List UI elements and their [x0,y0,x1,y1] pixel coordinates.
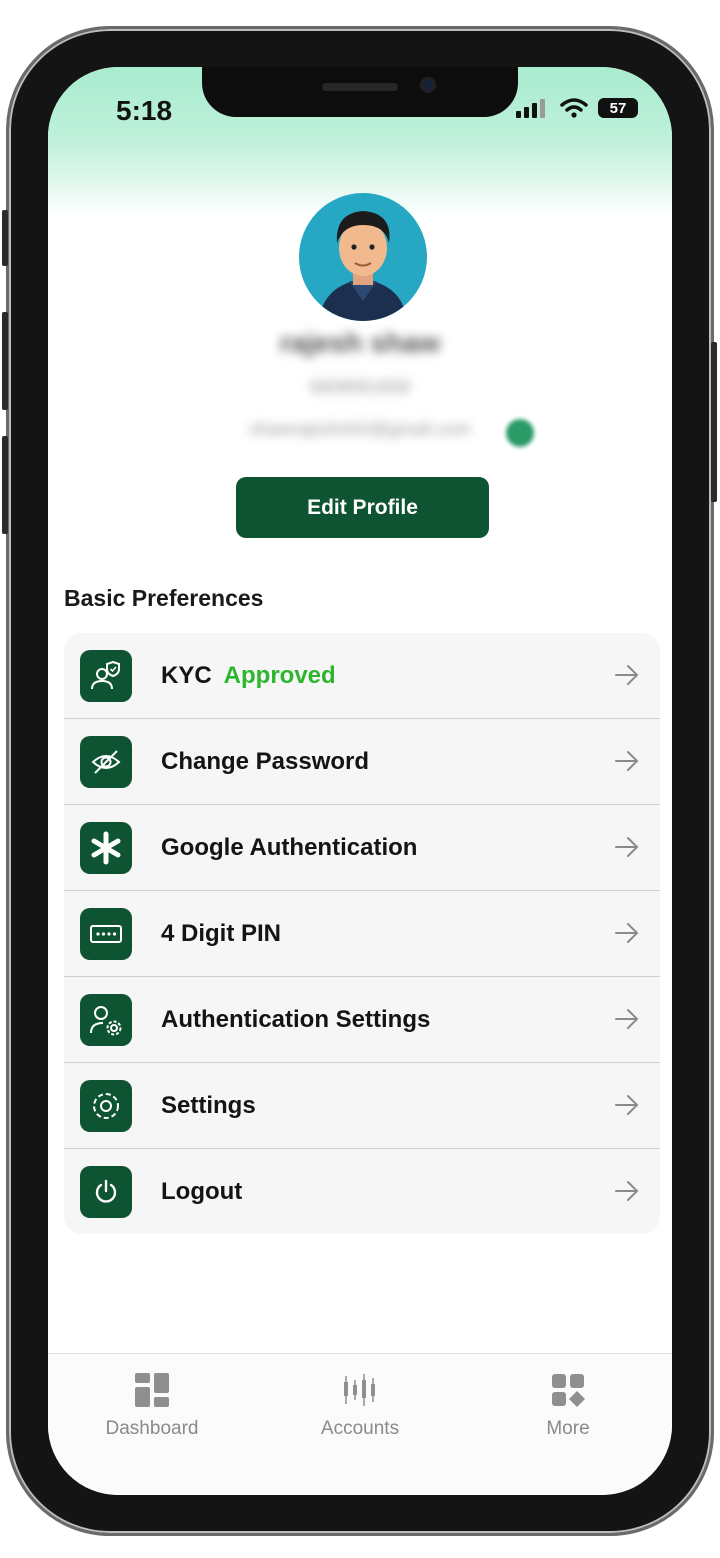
preferences-list: KYC Approved Change Password Google Auth… [64,633,660,1234]
menu-item-label: Settings [161,1091,256,1119]
bottom-nav: Dashboard Accounts More [48,1353,672,1495]
kyc-shield-user-icon [80,649,132,702]
status-time: 5:18 [116,95,173,126]
menu-item-label: 4 Digit PIN [161,919,282,947]
nav-dashboard[interactable]: Dashboard [48,1354,256,1495]
dashboard-grid-icon [135,1373,169,1407]
power-button [711,342,717,502]
front-camera [420,77,436,93]
profile-phone: 6808061608 [309,377,411,397]
wifi-icon [560,98,588,118]
avatar-illustration [319,211,407,321]
arrow-right-icon [615,1095,639,1115]
nav-label: Accounts [320,1418,400,1439]
menu-item-authentication-settings[interactable]: Authentication Settings [64,977,660,1063]
speaker [322,83,398,91]
menu-item-label: Authentication Settings [161,1005,431,1033]
volume-up-button [2,312,8,410]
user-settings-icon [80,993,132,1046]
nav-accounts[interactable]: Accounts [256,1354,464,1495]
apps-more-icon [552,1374,585,1407]
nav-more[interactable]: More [464,1354,672,1495]
signal-icon [516,99,545,118]
arrow-right-icon [615,751,639,771]
asterisk-icon [80,821,132,874]
arrow-right-icon [615,1009,639,1029]
silent-switch [2,210,8,266]
menu-item-label: Logout [161,1177,243,1205]
gear-icon [80,1079,132,1132]
status-icons: 57 [516,98,638,118]
arrow-right-icon [615,1181,639,1201]
section-title: Basic Preferences [64,585,264,611]
menu-item-google-authentication[interactable]: Google Authentication [64,805,660,891]
nav-label: More [546,1418,590,1439]
eye-off-icon [80,735,132,788]
profile-email: shawrajesh442@gmail.com [249,419,471,439]
menu-item-label: Change Password [161,747,370,775]
menu-item-4-digit-pin[interactable]: 4 Digit PIN [64,891,660,977]
menu-item-settings[interactable]: Settings [64,1063,660,1149]
arrow-right-icon [615,923,639,943]
nav-label: Dashboard [105,1418,199,1439]
menu-item-label: Google Authentication [161,833,418,861]
arrow-right-icon [615,837,639,857]
candlestick-icon [344,1374,375,1406]
pin-input-icon [80,907,132,960]
volume-down-button [2,436,8,534]
menu-item-change-password[interactable]: Change Password [64,719,660,805]
arrow-right-icon [615,665,639,685]
kyc-status-badge: Approved [223,661,336,689]
power-icon [80,1165,132,1218]
edit-profile-button[interactable]: Edit Profile [236,477,489,538]
menu-item-logout[interactable]: Logout [64,1149,660,1234]
menu-item-kyc[interactable]: KYC Approved [64,633,660,719]
menu-item-label: KYC [161,661,212,689]
phone-screen: 5:18 57 rajesh shaw 6808061608 shawrajes… [48,67,672,1495]
verified-badge [506,419,534,447]
avatar[interactable] [299,193,427,321]
profile-name: rajesh shaw [279,327,441,358]
battery-indicator: 57 [598,98,638,118]
notch [202,67,518,117]
